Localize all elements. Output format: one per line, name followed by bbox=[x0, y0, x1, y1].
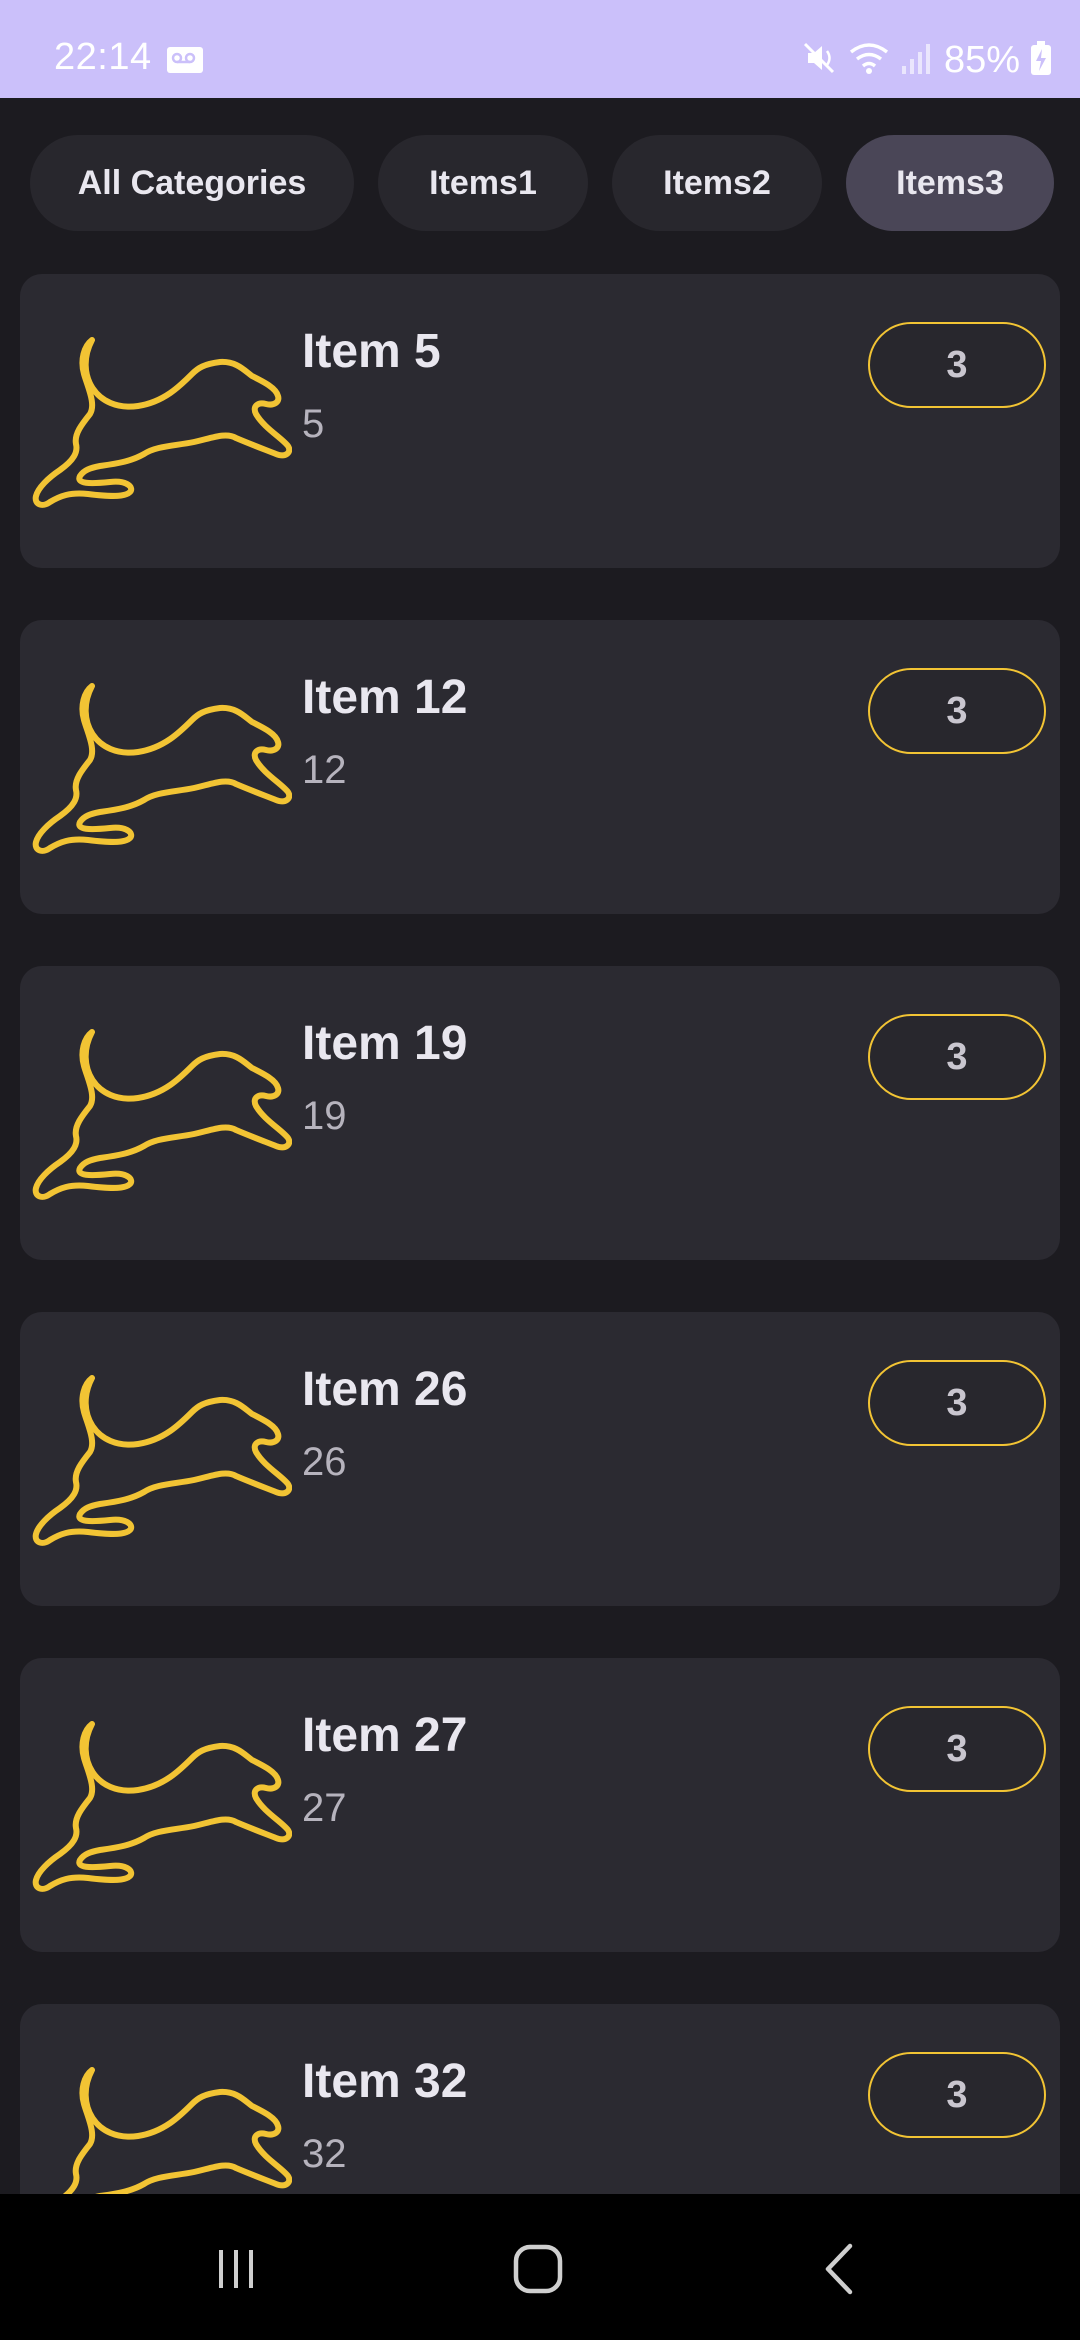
list-item[interactable]: Item 5 5 3 bbox=[20, 274, 1060, 568]
item-title: Item 32 bbox=[302, 2055, 468, 2108]
item-subtitle: 19 bbox=[302, 1094, 347, 1138]
list-item[interactable]: Item 12 12 3 bbox=[20, 620, 1060, 914]
item-subtitle: 32 bbox=[302, 2132, 347, 2176]
item-title: Item 19 bbox=[302, 1017, 468, 1070]
back-icon[interactable] bbox=[806, 2234, 876, 2304]
item-title: Item 27 bbox=[302, 1709, 468, 1762]
status-bar: 22:14 85% bbox=[0, 0, 1080, 98]
item-title: Item 12 bbox=[302, 671, 468, 724]
list-item[interactable]: Item 26 26 3 bbox=[20, 1312, 1060, 1606]
status-time: 22:14 bbox=[54, 36, 152, 78]
running-dog-icon bbox=[30, 1026, 292, 1202]
list-item[interactable]: Item 32 32 3 bbox=[20, 2004, 1060, 2194]
running-dog-icon bbox=[30, 1372, 292, 1548]
running-dog-icon bbox=[30, 2064, 292, 2194]
item-list: Item 5 5 3 Item 12 12 3 Item 19 19 3 Ite… bbox=[0, 274, 1080, 2194]
wifi-icon bbox=[848, 40, 890, 81]
item-title: Item 5 bbox=[302, 325, 441, 378]
category-tabs: All Categories Items1 Items2 Items3 bbox=[0, 98, 1080, 268]
quantity-badge[interactable]: 3 bbox=[868, 1706, 1046, 1792]
tab-items1[interactable]: Items1 bbox=[378, 135, 588, 231]
quantity-badge[interactable]: 3 bbox=[868, 1360, 1046, 1446]
item-title: Item 26 bbox=[302, 1363, 468, 1416]
battery-level: 85% bbox=[943, 38, 1020, 81]
quantity-badge[interactable]: 3 bbox=[868, 322, 1046, 408]
item-subtitle: 12 bbox=[302, 748, 347, 792]
tab-items3[interactable]: Items3 bbox=[846, 135, 1054, 231]
item-subtitle: 26 bbox=[302, 1440, 347, 1484]
tab-items2[interactable]: Items2 bbox=[612, 135, 822, 231]
quantity-badge[interactable]: 3 bbox=[868, 668, 1046, 754]
running-dog-icon bbox=[30, 680, 292, 856]
battery-charging-icon bbox=[1030, 40, 1052, 81]
recent-apps-icon[interactable] bbox=[201, 2234, 271, 2304]
quantity-badge[interactable]: 3 bbox=[868, 1014, 1046, 1100]
mute-icon bbox=[802, 40, 838, 81]
list-item[interactable]: Item 27 27 3 bbox=[20, 1658, 1060, 1952]
item-subtitle: 5 bbox=[302, 402, 325, 446]
signal-icon bbox=[900, 40, 934, 81]
navigation-bar bbox=[0, 2194, 1080, 2340]
quantity-badge[interactable]: 3 bbox=[868, 2052, 1046, 2138]
running-dog-icon bbox=[30, 1718, 292, 1894]
tab-all-categories[interactable]: All Categories bbox=[30, 135, 354, 231]
voicemail-icon bbox=[166, 46, 204, 74]
item-subtitle: 27 bbox=[302, 1786, 347, 1830]
running-dog-icon bbox=[30, 334, 292, 510]
list-item[interactable]: Item 19 19 3 bbox=[20, 966, 1060, 1260]
home-icon[interactable] bbox=[503, 2234, 573, 2304]
